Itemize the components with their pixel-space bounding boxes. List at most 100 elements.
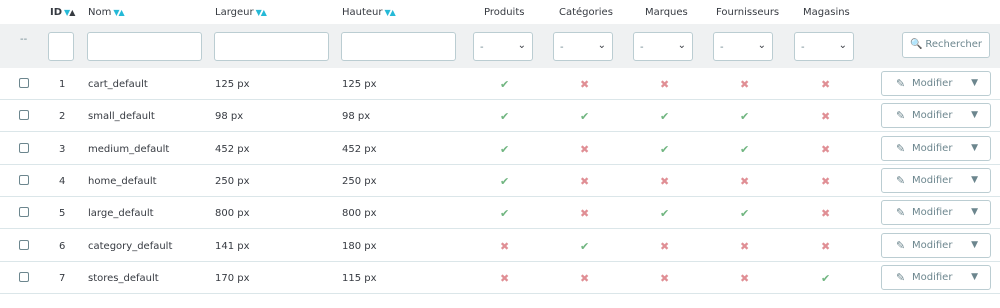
sort-arrows-icon[interactable]: ▼▲ <box>64 8 75 17</box>
search-button[interactable]: 🔍 Rechercher <box>902 32 990 58</box>
cell-id: 4 <box>59 175 66 187</box>
check-icon-brands[interactable]: ✔ <box>660 207 669 220</box>
modify-button-group[interactable]: ✎ Modifier ▼ <box>881 103 991 129</box>
check-icon-brands[interactable]: ✔ <box>660 110 669 123</box>
modify-button[interactable]: Modifier <box>912 143 952 154</box>
cross-icon-stores[interactable]: ✖ <box>821 175 830 188</box>
modify-button-group[interactable]: ✎ Modifier ▼ <box>881 71 991 96</box>
sort-asc-icon[interactable]: ▲ <box>261 8 267 17</box>
divider <box>964 233 965 257</box>
cross-icon-suppliers[interactable]: ✖ <box>740 78 749 91</box>
cross-icon-stores[interactable]: ✖ <box>821 78 830 91</box>
row-checkbox[interactable] <box>19 142 29 153</box>
caret-down-icon[interactable]: ▼ <box>971 78 978 88</box>
check-icon-brands[interactable]: ✔ <box>660 143 669 156</box>
sort-asc-icon[interactable]: ▲ <box>390 8 396 17</box>
divider <box>964 265 965 289</box>
filter-suppliers-select[interactable]: - ⌄ <box>713 32 773 61</box>
cross-icon-categories[interactable]: ✖ <box>580 207 589 220</box>
filter-name-input[interactable] <box>87 32 202 61</box>
header-suppliers: Fournisseurs <box>716 7 780 18</box>
caret-down-icon[interactable]: ▼ <box>971 143 978 153</box>
modify-button-group[interactable]: ✎ Modifier ▼ <box>881 135 991 161</box>
modify-button[interactable]: Modifier <box>912 110 952 121</box>
check-icon-products[interactable]: ✔ <box>500 207 509 220</box>
check-icon-stores[interactable]: ✔ <box>821 272 830 285</box>
check-icon-products[interactable]: ✔ <box>500 78 509 91</box>
modify-button[interactable]: Modifier <box>912 78 952 89</box>
cell-id: 3 <box>59 143 66 155</box>
header-id[interactable]: ID ▼▲ <box>50 7 75 18</box>
cross-icon-categories[interactable]: ✖ <box>580 143 589 156</box>
check-icon-categories[interactable]: ✔ <box>580 240 589 253</box>
modify-button-group[interactable]: ✎ Modifier ▼ <box>881 232 991 258</box>
cross-icon-brands[interactable]: ✖ <box>660 240 669 253</box>
caret-down-icon[interactable]: ▼ <box>971 175 978 185</box>
cell-name: small_default <box>88 111 155 123</box>
caret-down-icon[interactable]: ▼ <box>971 272 978 282</box>
filter-height-input[interactable] <box>341 32 456 61</box>
cross-icon-products[interactable]: ✖ <box>500 272 509 285</box>
modify-button[interactable]: Modifier <box>912 207 952 218</box>
pencil-icon: ✎ <box>896 141 906 155</box>
sort-arrows-icon[interactable]: ▼▲ <box>113 8 125 17</box>
modify-button-group[interactable]: ✎ Modifier ▼ <box>881 200 991 226</box>
cross-icon-brands[interactable]: ✖ <box>660 78 669 91</box>
filter-width-input[interactable] <box>214 32 329 61</box>
sort-arrows-icon[interactable]: ▼▲ <box>385 8 396 17</box>
filter-products-select[interactable]: - ⌄ <box>473 32 533 61</box>
filter-categories-select[interactable]: - ⌄ <box>553 32 613 61</box>
header-width[interactable]: Largeur ▼▲ <box>215 7 267 18</box>
cell-width: 452 px <box>215 143 250 155</box>
cross-icon-suppliers[interactable]: ✖ <box>740 175 749 188</box>
cross-icon-categories[interactable]: ✖ <box>580 78 589 91</box>
row-checkbox[interactable] <box>19 271 29 282</box>
check-icon-suppliers[interactable]: ✔ <box>740 143 749 156</box>
filter-id-input[interactable] <box>48 32 74 61</box>
header-name[interactable]: Nom ▼▲ <box>88 7 125 18</box>
filter-brands-select[interactable]: - ⌄ <box>633 32 693 61</box>
caret-down-icon[interactable]: ▼ <box>971 240 978 250</box>
modify-button-group[interactable]: ✎ Modifier ▼ <box>881 264 991 290</box>
cross-icon-categories[interactable]: ✖ <box>580 175 589 188</box>
sort-asc-icon[interactable]: ▲ <box>119 8 125 17</box>
cell-width: 250 px <box>215 175 250 187</box>
check-icon-categories[interactable]: ✔ <box>580 110 589 123</box>
cross-icon-products[interactable]: ✖ <box>500 240 509 253</box>
cross-icon-stores[interactable]: ✖ <box>821 110 830 123</box>
sort-asc-icon[interactable]: ▲ <box>69 8 75 17</box>
check-icon-products[interactable]: ✔ <box>500 143 509 156</box>
row-checkbox[interactable] <box>19 207 29 218</box>
filter-stores-select[interactable]: - ⌄ <box>794 32 854 61</box>
row-checkbox[interactable] <box>19 110 29 121</box>
check-icon-suppliers[interactable]: ✔ <box>740 207 749 220</box>
bulk-placeholder: -- <box>20 34 28 45</box>
caret-down-icon[interactable]: ▼ <box>971 110 978 120</box>
cross-icon-stores[interactable]: ✖ <box>821 143 830 156</box>
modify-button-group[interactable]: ✎ Modifier ▼ <box>881 167 991 193</box>
cross-icon-categories[interactable]: ✖ <box>580 272 589 285</box>
check-icon-products[interactable]: ✔ <box>500 175 509 188</box>
cross-icon-suppliers[interactable]: ✖ <box>740 240 749 253</box>
cell-height: 800 px <box>342 208 377 220</box>
select-value: - <box>480 42 484 53</box>
row-checkbox[interactable] <box>19 78 29 88</box>
sort-arrows-icon[interactable]: ▼▲ <box>256 8 267 17</box>
cross-icon-stores[interactable]: ✖ <box>821 240 830 253</box>
cross-icon-stores[interactable]: ✖ <box>821 207 830 220</box>
modify-button[interactable]: Modifier <box>912 240 952 251</box>
row-checkbox[interactable] <box>19 174 29 185</box>
row-checkbox[interactable] <box>19 239 29 250</box>
cell-width: 170 px <box>215 272 250 284</box>
check-icon-products[interactable]: ✔ <box>500 110 509 123</box>
cross-icon-brands[interactable]: ✖ <box>660 175 669 188</box>
cross-icon-brands[interactable]: ✖ <box>660 272 669 285</box>
select-value: - <box>801 42 805 53</box>
modify-button[interactable]: Modifier <box>912 272 952 283</box>
check-icon-suppliers[interactable]: ✔ <box>740 110 749 123</box>
header-height[interactable]: Hauteur ▼▲ <box>342 7 396 18</box>
caret-down-icon[interactable]: ▼ <box>971 207 978 217</box>
modify-button[interactable]: Modifier <box>912 175 952 186</box>
cross-icon-suppliers[interactable]: ✖ <box>740 272 749 285</box>
table-row: 3 medium_default 452 px 452 px ✔ ✖ ✔ ✔ ✖ ✎ Modifie… <box>0 133 1000 165</box>
